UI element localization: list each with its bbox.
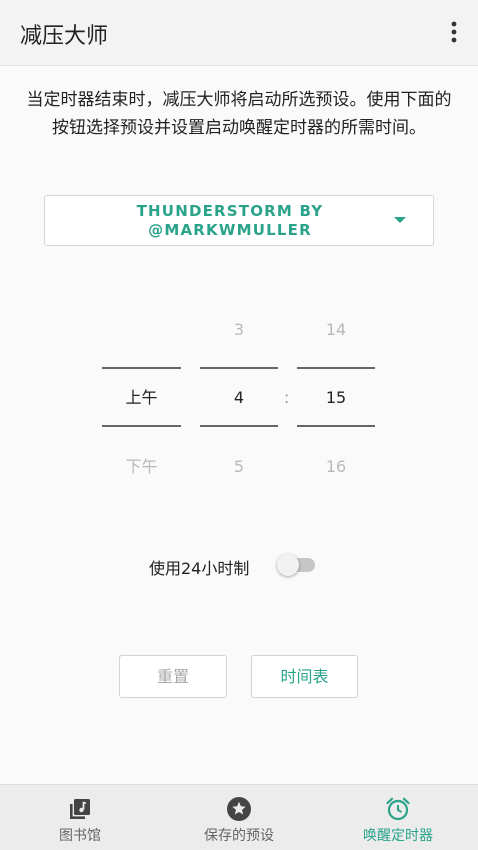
hour-divider-top [200, 367, 278, 369]
hour-picker[interactable]: 3 4 5 [200, 300, 278, 500]
minute-divider-bottom [297, 425, 375, 427]
hour-prev-option[interactable]: 3 [200, 320, 278, 340]
nav-library-label: 图书馆 [59, 828, 101, 844]
nav-saved-presets-label: 保存的预设 [204, 828, 274, 844]
schedule-button[interactable]: 时间表 [251, 655, 358, 698]
timer-description: 当定时器结束时，减压大师将启动所选预设。使用下面的按钮选择预设并设置启动唤醒定时… [26, 90, 452, 138]
nav-saved-presets[interactable]: 保存的预设 [179, 785, 299, 850]
app-bar: 减压大师 [0, 0, 478, 66]
nav-library[interactable]: 图书馆 [20, 785, 140, 850]
dropdown-arrow-icon [394, 217, 406, 223]
ampm-divider-top [102, 367, 181, 369]
nav-wake-timer[interactable]: 唤醒定时器 [338, 785, 458, 850]
reset-button[interactable]: 重置 [119, 655, 227, 698]
alarm-clock-icon [386, 797, 410, 821]
star-icon [227, 797, 251, 821]
minute-prev-option[interactable]: 14 [297, 320, 375, 340]
toggle-thumb [277, 554, 299, 576]
minute-divider-top [297, 367, 375, 369]
ampm-picker[interactable]: 上午 下午 [102, 300, 181, 500]
library-icon [70, 799, 90, 819]
app-title: 减压大师 [20, 24, 109, 49]
more-vertical-icon[interactable] [448, 20, 460, 44]
hour-next-option[interactable]: 5 [200, 457, 278, 477]
ampm-divider-bottom [102, 425, 181, 427]
minute-next-option[interactable]: 16 [297, 457, 375, 477]
preset-dropdown-value: THUNDERSTORM BY @MARKWMULLER [136, 202, 324, 239]
ampm-selected[interactable]: 上午 [102, 388, 181, 408]
hour-divider-bottom [200, 425, 278, 427]
minute-picker[interactable]: 14 15 16 [297, 300, 375, 500]
24h-format-toggle[interactable] [277, 554, 317, 576]
nav-wake-timer-label: 唤醒定时器 [363, 828, 433, 844]
preset-dropdown[interactable]: THUNDERSTORM BY @MARKWMULLER [44, 195, 434, 246]
bottom-navigation: 图书馆 保存的预设 唤醒定时器 [0, 784, 478, 850]
ampm-next-option[interactable]: 下午 [102, 457, 181, 477]
minute-selected[interactable]: 15 [297, 388, 375, 408]
time-separator: : [284, 388, 290, 407]
24h-format-label: 使用24小时制 [149, 559, 250, 578]
hour-selected[interactable]: 4 [200, 388, 278, 408]
